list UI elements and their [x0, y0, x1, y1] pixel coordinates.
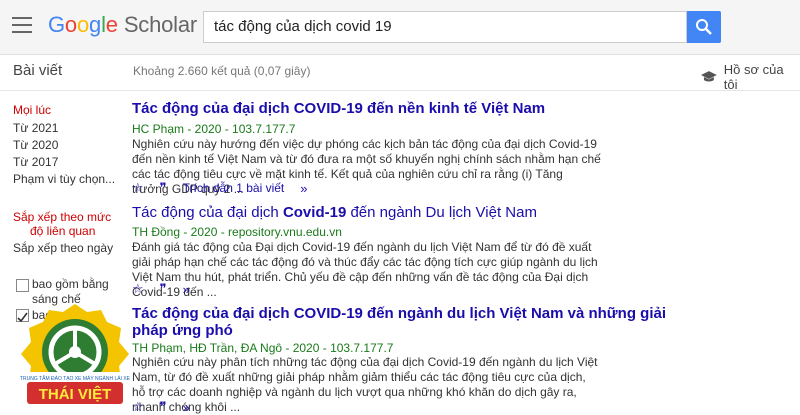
star-icon[interactable]: ☆: [132, 180, 144, 196]
result-title-1[interactable]: Tác động của đại dịch COVID-19 đến nền k…: [132, 100, 545, 117]
result-meta-2: TH Đồng - 2020 - repository.vnu.edu.vn: [132, 225, 342, 239]
result-snippet-3: Nghiên cứu này phân tích những tác động …: [132, 355, 598, 414]
logo-letter: G: [48, 12, 65, 37]
search-input[interactable]: tác động của dịch covid 19: [203, 11, 687, 43]
include-patents-label-line1: bao gồm bằng: [32, 277, 109, 291]
menu-icon[interactable]: [12, 17, 32, 33]
result-title-3-line2[interactable]: pháp ứng phó: [132, 322, 233, 339]
related-articles-icon[interactable]: »: [300, 181, 307, 196]
result-title-text: Tác động của đại dịch COVID-19 đến ngành…: [132, 305, 666, 322]
google-scholar-logo[interactable]: Google Scholar: [48, 12, 197, 38]
my-profile-link[interactable]: Hồ sơ của tôi: [700, 62, 800, 92]
result-actions-1: ☆ ❞ Trích dẫn 1 bài viết »: [132, 180, 308, 196]
result-title-bold: Covid-19: [282, 204, 347, 221]
filter-since-2021[interactable]: Từ 2021: [13, 121, 58, 135]
divider: [0, 90, 800, 91]
filter-since-2020[interactable]: Từ 2020: [13, 138, 58, 152]
section-title: Bài viết: [13, 62, 63, 79]
result-title-2[interactable]: Tác động của đại dịch Covid-19 đến ngành…: [132, 204, 537, 221]
logo-letter: o: [64, 12, 77, 37]
sort-by-relevance-line2[interactable]: độ liên quan: [30, 224, 95, 238]
sort-by-relevance-line1[interactable]: Sắp xếp theo mức: [13, 210, 111, 224]
filter-custom-range[interactable]: Phạm vi tùy chọn...: [13, 172, 115, 186]
cite-quote-icon[interactable]: ❞: [160, 180, 167, 196]
star-icon[interactable]: ☆: [132, 281, 144, 297]
logo-scholar-word: Scholar: [123, 12, 198, 37]
watermark-tagline: TRUNG TÂM ĐÀO TẠO XE MÁY NGÀNH LÁI XE: [20, 375, 131, 382]
result-title-3[interactable]: Tác động của đại dịch COVID-19 đến ngành…: [132, 305, 666, 322]
logo-letter: o: [76, 12, 90, 37]
result-snippet-2: Đánh giá tác động của Đại dịch Covid-19 …: [132, 240, 598, 299]
my-profile-label: Hồ sơ của tôi: [723, 62, 784, 92]
search-button[interactable]: [687, 11, 721, 43]
filter-since-2017[interactable]: Từ 2017: [13, 155, 58, 169]
result-title-text: Tác động của đại dịch COVID-19 đến nền k…: [132, 100, 546, 117]
result-title-text: Tác động của đại dịch: [132, 204, 283, 221]
sort-by-date[interactable]: Sắp xếp theo ngày: [13, 241, 113, 255]
cite-quote-icon[interactable]: ❞: [160, 281, 167, 297]
thai-viet-watermark-logo: TRUNG TÂM ĐÀO TẠO XE MÁY NGÀNH LÁI XE TH…: [20, 304, 131, 404]
result-meta-3: TH Phạm, HĐ Trần, ĐA Ngô - 2020 - 103.7.…: [132, 341, 394, 355]
related-articles-icon[interactable]: »: [183, 400, 190, 415]
result-title-text: đến ngành Du lịch Việt Nam: [346, 204, 537, 221]
logo-letter: g: [89, 12, 102, 37]
results-count: Khoảng 2.660 kết quả (0,07 giây): [133, 64, 311, 78]
result-title-text: pháp ứng phó: [132, 322, 233, 339]
watermark-name: THÁI VIỆT: [39, 385, 112, 403]
logo-letter: e: [105, 12, 118, 37]
graduation-cap-icon: [700, 71, 717, 82]
cited-by-link[interactable]: Trích dẫn 1 bài viết: [183, 181, 285, 195]
include-patents-checkbox[interactable]: [16, 279, 29, 292]
result-actions-2: ☆ ❞ »: [132, 281, 190, 297]
result-meta-1: HC Phạm - 2020 - 103.7.177.7: [132, 122, 296, 136]
filter-any-time[interactable]: Mọi lúc: [13, 103, 51, 117]
top-header: Google Scholar tác động của dịch covid 19: [0, 0, 800, 55]
search-icon: [696, 19, 712, 35]
related-articles-icon[interactable]: »: [183, 282, 190, 297]
